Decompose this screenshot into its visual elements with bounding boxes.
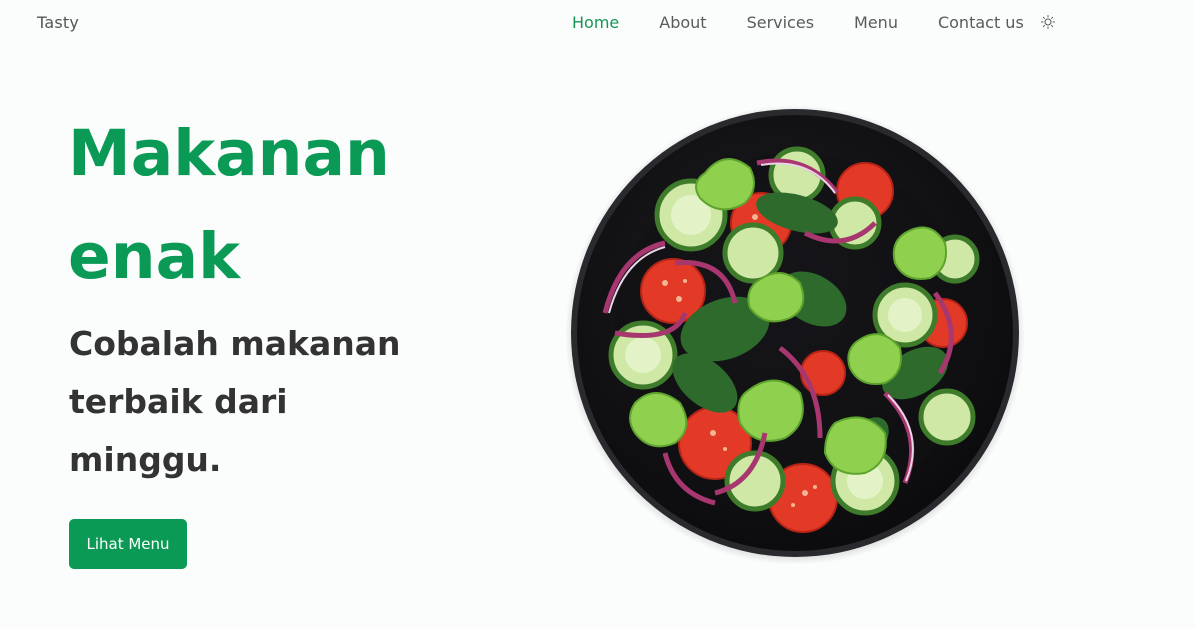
main-nav: Home About Services Menu Contact us bbox=[572, 13, 1056, 32]
hero-title: Makanan enak bbox=[68, 102, 488, 308]
nav-contact[interactable]: Contact us bbox=[938, 13, 1024, 32]
salad-plate-image bbox=[565, 103, 1025, 563]
hero-title-line1: Makanan bbox=[68, 117, 390, 190]
sun-icon[interactable] bbox=[1040, 14, 1056, 30]
hero-title-line2: enak bbox=[68, 220, 240, 293]
nav-home[interactable]: Home bbox=[572, 13, 619, 32]
nav-menu[interactable]: Menu bbox=[854, 13, 898, 32]
view-menu-button[interactable]: Lihat Menu bbox=[69, 519, 187, 569]
nav-services[interactable]: Services bbox=[747, 13, 814, 32]
landing-page: Tasty Home About Services Menu Contact u… bbox=[0, 0, 1195, 628]
brand-logo[interactable]: Tasty bbox=[37, 13, 79, 32]
salad-illustration bbox=[565, 105, 1025, 563]
nav-about[interactable]: About bbox=[659, 13, 706, 32]
hero-subtitle: Cobalah makanan terbaik dari minggu. bbox=[69, 324, 401, 479]
